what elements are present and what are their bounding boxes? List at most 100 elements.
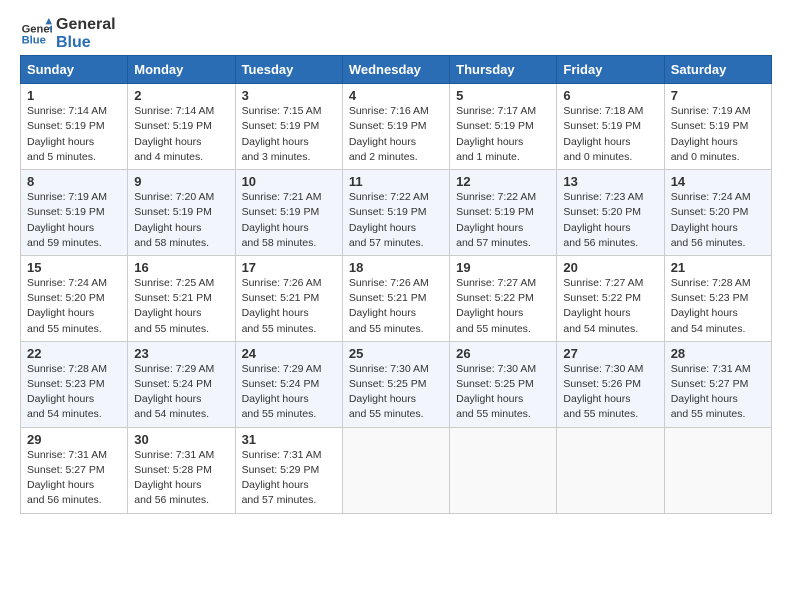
cal-cell: 5 Sunrise: 7:17 AMSunset: 5:19 PMDaylight… bbox=[450, 84, 557, 170]
day-info: Sunrise: 7:26 AMSunset: 5:21 PMDaylight … bbox=[349, 277, 429, 335]
day-number: 19 bbox=[456, 260, 550, 275]
day-number: 25 bbox=[349, 346, 443, 361]
svg-text:Blue: Blue bbox=[22, 34, 46, 46]
col-header-thursday: Thursday bbox=[450, 56, 557, 84]
day-info: Sunrise: 7:24 AMSunset: 5:20 PMDaylight … bbox=[27, 277, 107, 335]
header: General Blue General Blue bbox=[20, 16, 772, 51]
day-info: Sunrise: 7:14 AMSunset: 5:19 PMDaylight … bbox=[27, 105, 107, 163]
day-number: 9 bbox=[134, 174, 228, 189]
cal-cell: 21 Sunrise: 7:28 AMSunset: 5:23 PMDayligh… bbox=[664, 255, 771, 341]
calendar-page: General Blue General Blue SundayMondayTu… bbox=[0, 0, 792, 524]
cal-cell: 27Sunrise: 7:30 AMSunset: 5:26 PMDayligh… bbox=[557, 341, 664, 427]
cal-cell bbox=[450, 427, 557, 513]
day-info: Sunrise: 7:28 AMSunset: 5:23 PMDaylight … bbox=[671, 277, 751, 335]
day-number: 18 bbox=[349, 260, 443, 275]
day-number: 7 bbox=[671, 88, 765, 103]
day-info: Sunrise: 7:30 AMSunset: 5:26 PMDaylight … bbox=[563, 363, 643, 421]
day-info: Sunrise: 7:14 AMSunset: 5:19 PMDaylight … bbox=[134, 105, 214, 163]
cal-cell: 11 Sunrise: 7:22 AMSunset: 5:19 PMDayligh… bbox=[342, 170, 449, 256]
day-number: 2 bbox=[134, 88, 228, 103]
day-number: 11 bbox=[349, 174, 443, 189]
day-info: Sunrise: 7:19 AMSunset: 5:19 PMDaylight … bbox=[27, 191, 107, 249]
week-row-1: 1 Sunrise: 7:14 AMSunset: 5:19 PMDaylight… bbox=[21, 84, 772, 170]
day-number: 15 bbox=[27, 260, 121, 275]
day-number: 21 bbox=[671, 260, 765, 275]
cal-cell: 18 Sunrise: 7:26 AMSunset: 5:21 PMDayligh… bbox=[342, 255, 449, 341]
calendar-table: SundayMondayTuesdayWednesdayThursdayFrid… bbox=[20, 55, 772, 513]
cal-cell: 28 Sunrise: 7:31 AMSunset: 5:27 PMDayligh… bbox=[664, 341, 771, 427]
cal-cell: 30 Sunrise: 7:31 AMSunset: 5:28 PMDayligh… bbox=[128, 427, 235, 513]
cal-cell: 29 Sunrise: 7:31 AMSunset: 5:27 PMDayligh… bbox=[21, 427, 128, 513]
cal-cell: 24 Sunrise: 7:29 AMSunset: 5:24 PMDayligh… bbox=[235, 341, 342, 427]
day-info: Sunrise: 7:26 AMSunset: 5:21 PMDaylight … bbox=[242, 277, 322, 335]
day-number: 22 bbox=[27, 346, 121, 361]
cal-cell: 16 Sunrise: 7:25 AMSunset: 5:21 PMDayligh… bbox=[128, 255, 235, 341]
day-number: 1 bbox=[27, 88, 121, 103]
col-header-sunday: Sunday bbox=[21, 56, 128, 84]
day-info: Sunrise: 7:17 AMSunset: 5:19 PMDaylight … bbox=[456, 105, 536, 163]
day-info: Sunrise: 7:31 AMSunset: 5:28 PMDaylight … bbox=[134, 449, 214, 507]
day-info: Sunrise: 7:15 AMSunset: 5:19 PMDaylight … bbox=[242, 105, 322, 163]
day-number: 12 bbox=[456, 174, 550, 189]
cal-cell: 7 Sunrise: 7:19 AMSunset: 5:19 PMDaylight… bbox=[664, 84, 771, 170]
day-number: 29 bbox=[27, 432, 121, 447]
day-info: Sunrise: 7:28 AMSunset: 5:23 PMDaylight … bbox=[27, 363, 107, 421]
svg-text:General: General bbox=[22, 23, 52, 35]
day-info: Sunrise: 7:29 AMSunset: 5:24 PMDaylight … bbox=[242, 363, 322, 421]
day-number: 16 bbox=[134, 260, 228, 275]
day-info: Sunrise: 7:27 AMSunset: 5:22 PMDaylight … bbox=[456, 277, 536, 335]
cal-cell: 13 Sunrise: 7:23 AMSunset: 5:20 PMDayligh… bbox=[557, 170, 664, 256]
day-info: Sunrise: 7:24 AMSunset: 5:20 PMDaylight … bbox=[671, 191, 751, 249]
cal-cell: 31Sunrise: 7:31 AMSunset: 5:29 PMDayligh… bbox=[235, 427, 342, 513]
day-number: 8 bbox=[27, 174, 121, 189]
cal-cell: 23Sunrise: 7:29 AMSunset: 5:24 PMDayligh… bbox=[128, 341, 235, 427]
week-row-5: 29 Sunrise: 7:31 AMSunset: 5:27 PMDayligh… bbox=[21, 427, 772, 513]
cal-cell: 3 Sunrise: 7:15 AMSunset: 5:19 PMDaylight… bbox=[235, 84, 342, 170]
day-info: Sunrise: 7:27 AMSunset: 5:22 PMDaylight … bbox=[563, 277, 643, 335]
cal-cell: 2 Sunrise: 7:14 AMSunset: 5:19 PMDaylight… bbox=[128, 84, 235, 170]
day-info: Sunrise: 7:31 AMSunset: 5:27 PMDaylight … bbox=[27, 449, 107, 507]
col-header-saturday: Saturday bbox=[664, 56, 771, 84]
cal-cell: 10Sunrise: 7:21 AMSunset: 5:19 PMDayligh… bbox=[235, 170, 342, 256]
cal-cell bbox=[342, 427, 449, 513]
cal-cell: 8 Sunrise: 7:19 AMSunset: 5:19 PMDaylight… bbox=[21, 170, 128, 256]
cal-cell: 6Sunrise: 7:18 AMSunset: 5:19 PMDaylight… bbox=[557, 84, 664, 170]
col-header-friday: Friday bbox=[557, 56, 664, 84]
day-info: Sunrise: 7:23 AMSunset: 5:20 PMDaylight … bbox=[563, 191, 643, 249]
cal-cell: 4Sunrise: 7:16 AMSunset: 5:19 PMDaylight… bbox=[342, 84, 449, 170]
cal-cell: 17Sunrise: 7:26 AMSunset: 5:21 PMDayligh… bbox=[235, 255, 342, 341]
cal-cell: 19 Sunrise: 7:27 AMSunset: 5:22 PMDayligh… bbox=[450, 255, 557, 341]
cal-cell: 22 Sunrise: 7:28 AMSunset: 5:23 PMDayligh… bbox=[21, 341, 128, 427]
cal-cell: 9 Sunrise: 7:20 AMSunset: 5:19 PMDaylight… bbox=[128, 170, 235, 256]
cal-cell bbox=[664, 427, 771, 513]
day-info: Sunrise: 7:16 AMSunset: 5:19 PMDaylight … bbox=[349, 105, 429, 163]
day-info: Sunrise: 7:21 AMSunset: 5:19 PMDaylight … bbox=[242, 191, 322, 249]
cal-cell: 26Sunrise: 7:30 AMSunset: 5:25 PMDayligh… bbox=[450, 341, 557, 427]
header-row: SundayMondayTuesdayWednesdayThursdayFrid… bbox=[21, 56, 772, 84]
logo: General Blue General Blue bbox=[20, 16, 116, 51]
logo-icon: General Blue bbox=[20, 18, 52, 50]
day-number: 30 bbox=[134, 432, 228, 447]
day-info: Sunrise: 7:31 AMSunset: 5:27 PMDaylight … bbox=[671, 363, 751, 421]
day-number: 20 bbox=[563, 260, 657, 275]
cal-cell: 1 Sunrise: 7:14 AMSunset: 5:19 PMDaylight… bbox=[21, 84, 128, 170]
day-number: 28 bbox=[671, 346, 765, 361]
day-number: 24 bbox=[242, 346, 336, 361]
day-info: Sunrise: 7:25 AMSunset: 5:21 PMDaylight … bbox=[134, 277, 214, 335]
col-header-wednesday: Wednesday bbox=[342, 56, 449, 84]
cal-cell: 25Sunrise: 7:30 AMSunset: 5:25 PMDayligh… bbox=[342, 341, 449, 427]
day-number: 31 bbox=[242, 432, 336, 447]
day-number: 3 bbox=[242, 88, 336, 103]
day-number: 26 bbox=[456, 346, 550, 361]
week-row-3: 15 Sunrise: 7:24 AMSunset: 5:20 PMDayligh… bbox=[21, 255, 772, 341]
day-info: Sunrise: 7:20 AMSunset: 5:19 PMDaylight … bbox=[134, 191, 214, 249]
logo-line2: Blue bbox=[56, 34, 116, 52]
day-number: 13 bbox=[563, 174, 657, 189]
cal-cell: 15 Sunrise: 7:24 AMSunset: 5:20 PMDayligh… bbox=[21, 255, 128, 341]
day-info: Sunrise: 7:22 AMSunset: 5:19 PMDaylight … bbox=[456, 191, 536, 249]
cal-cell: 14Sunrise: 7:24 AMSunset: 5:20 PMDayligh… bbox=[664, 170, 771, 256]
col-header-monday: Monday bbox=[128, 56, 235, 84]
day-info: Sunrise: 7:19 AMSunset: 5:19 PMDaylight … bbox=[671, 105, 751, 163]
day-number: 5 bbox=[456, 88, 550, 103]
day-info: Sunrise: 7:22 AMSunset: 5:19 PMDaylight … bbox=[349, 191, 429, 249]
